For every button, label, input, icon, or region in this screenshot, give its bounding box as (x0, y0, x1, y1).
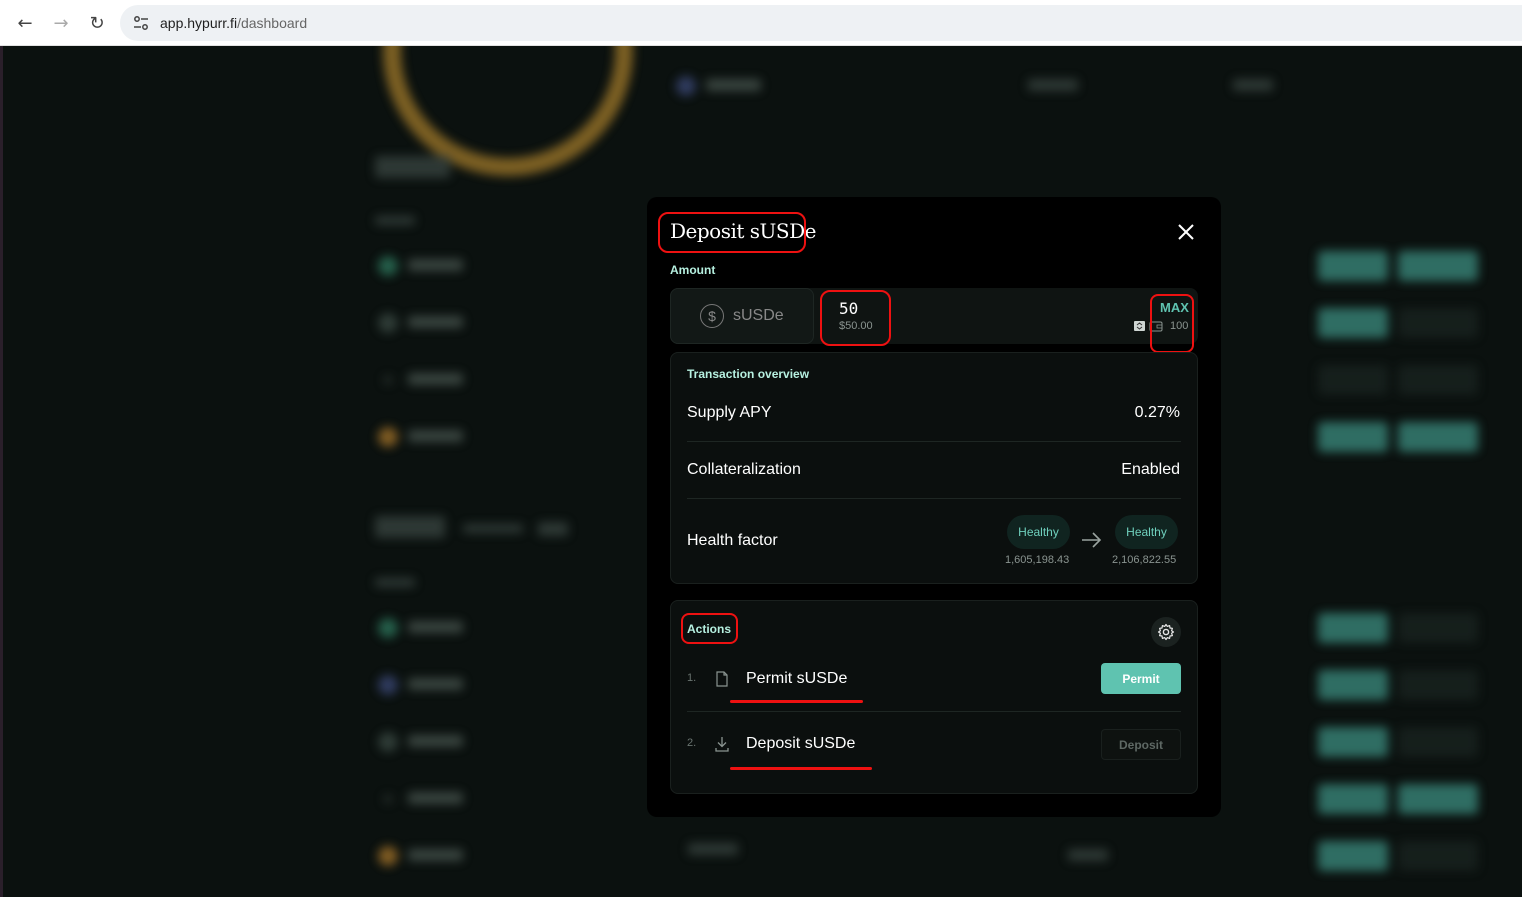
supply-apy-label: Supply APY (687, 404, 772, 421)
url-host: app.hypurr.fi (160, 15, 238, 31)
browser-toolbar: ← → ↻ app.hypurr.fi/dashboard ☆ (0, 0, 1522, 46)
step-label-deposit: Deposit sUSDe (746, 735, 856, 752)
divider (687, 498, 1181, 499)
health-status-badge-current: Healthy (1007, 515, 1070, 549)
collateralization-label: Collateralization (687, 461, 801, 478)
divider (687, 711, 1181, 712)
address-bar[interactable]: app.hypurr.fi/dashboard ☆ (120, 5, 1522, 41)
reload-icon[interactable]: ↻ (85, 11, 109, 35)
background-row (378, 841, 1488, 871)
settings-button[interactable] (1151, 617, 1181, 647)
gear-icon (1157, 623, 1175, 641)
supply-apy-value: 0.27% (1134, 404, 1180, 421)
divider (687, 441, 1181, 442)
close-icon[interactable] (1173, 219, 1199, 245)
token-symbol: sUSDe (733, 307, 784, 324)
annotation-underline (730, 700, 863, 703)
health-factor-label: Health factor (687, 532, 778, 549)
permit-button[interactable]: Permit (1101, 663, 1181, 694)
step-label-permit: Permit sUSDe (746, 670, 848, 687)
site-settings-icon[interactable] (132, 14, 150, 32)
amount-label: Amount (670, 263, 716, 277)
transaction-overview-title: Transaction overview (687, 367, 810, 381)
document-icon (716, 671, 728, 687)
health-status-badge-new: Healthy (1115, 515, 1178, 549)
forward-icon[interactable]: → (49, 11, 73, 35)
url-path: /dashboard (237, 15, 308, 31)
annotation-underline (730, 767, 872, 770)
background-row (378, 71, 1488, 101)
annotation-highlight (1150, 294, 1194, 353)
collateralization-value: Enabled (1121, 461, 1180, 478)
annotation-highlight (658, 212, 806, 253)
step-number: 1. (687, 672, 697, 684)
url-text: app.hypurr.fi/dashboard (160, 15, 307, 31)
annotation-highlight (681, 613, 738, 644)
health-factor-current: 1,605,198.43 (1005, 554, 1070, 566)
dollar-coin-icon: $ (700, 304, 724, 328)
back-icon[interactable]: ← (13, 11, 37, 35)
annotation-highlight (820, 290, 891, 346)
deposit-button[interactable]: Deposit (1101, 729, 1181, 760)
actions-panel (670, 600, 1198, 794)
arrow-right-icon (1082, 532, 1102, 548)
download-icon (715, 737, 729, 752)
health-factor-new: 2,106,822.55 (1112, 554, 1177, 566)
step-number: 2. (687, 737, 697, 749)
